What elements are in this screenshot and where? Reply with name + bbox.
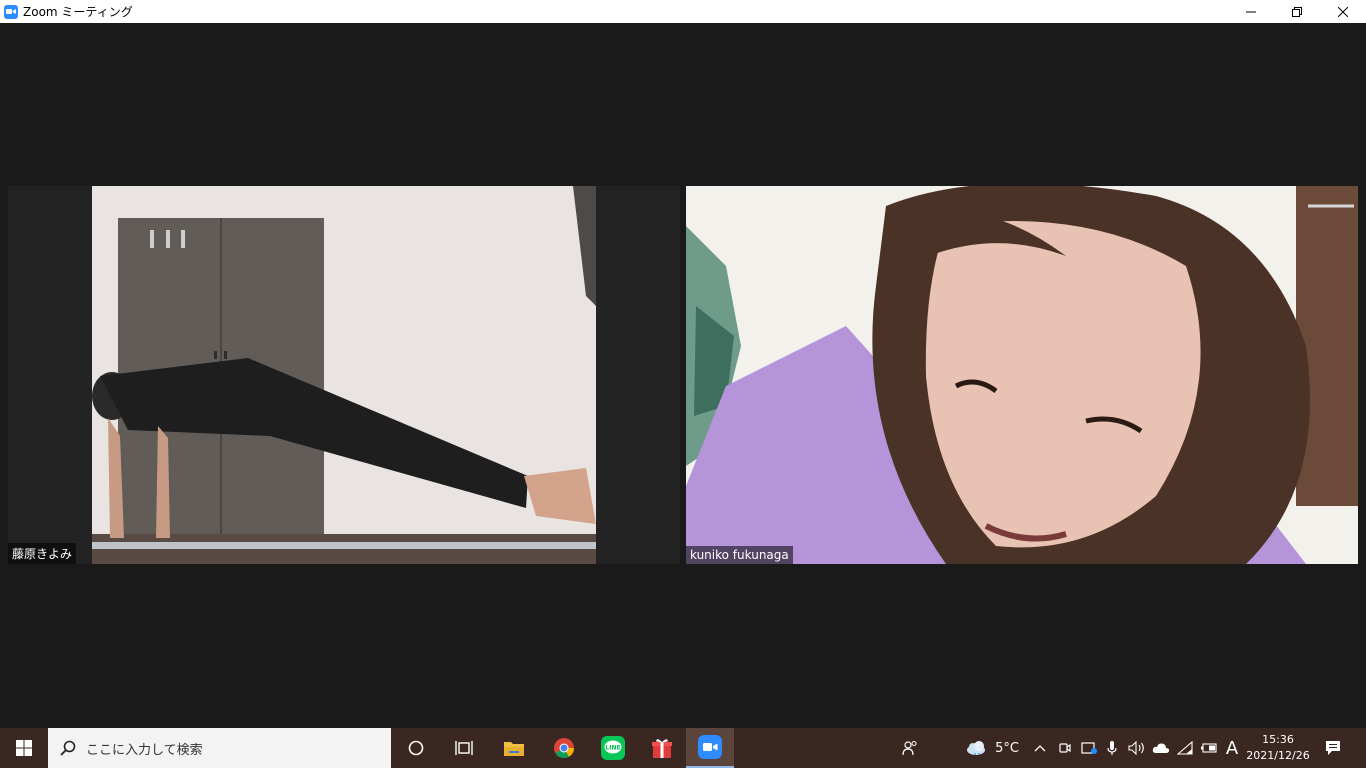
windows-icon (16, 740, 32, 756)
security-alert-icon[interactable] (1078, 728, 1100, 768)
volume-icon[interactable] (1126, 728, 1148, 768)
task-view-icon[interactable] (440, 728, 488, 768)
microphone-icon[interactable] (1102, 728, 1122, 768)
chevron-up-icon[interactable] (1030, 728, 1050, 768)
window-controls (1228, 0, 1366, 23)
participant-video (8, 186, 680, 564)
svg-text:LINE: LINE (605, 745, 620, 752)
participant-tile[interactable]: 藤原きよみ (8, 186, 680, 564)
participant-tile[interactable]: kuniko fukunaga (686, 186, 1358, 564)
search-placeholder: ここに入力して検索 (86, 742, 203, 758)
participant-name: 藤原きよみ (8, 543, 77, 564)
weather-temp[interactable]: 5°C (990, 728, 1024, 768)
window-title: Zoom ミーティング (23, 5, 133, 19)
zoom-camera-icon (4, 4, 18, 19)
participant-name: kuniko fukunaga (686, 546, 793, 564)
restore-button[interactable] (1274, 0, 1320, 23)
clock[interactable]: 15:36 2021/12/26 (1240, 728, 1316, 768)
people-icon[interactable] (898, 728, 922, 768)
close-button[interactable] (1320, 0, 1366, 23)
taskbar: ここに入力して検索 LINE 5°C A 15:36 2021/12/26 (0, 728, 1366, 768)
search-input[interactable]: ここに入力して検索 (48, 728, 391, 768)
battery-icon[interactable] (1198, 728, 1220, 768)
clock-date: 2021/12/26 (1246, 749, 1310, 762)
title-bar: Zoom ミーティング (0, 0, 1366, 23)
line-icon[interactable]: LINE (589, 728, 637, 768)
zoom-icon[interactable] (686, 728, 734, 768)
chrome-icon[interactable] (540, 728, 588, 768)
search-icon (60, 740, 76, 756)
file-explorer-icon[interactable] (490, 728, 538, 768)
onedrive-cloud-icon[interactable] (1150, 728, 1172, 768)
notification-icon[interactable] (1318, 728, 1348, 768)
ime-mode-indicator[interactable]: A (1222, 728, 1242, 768)
meeting-gallery: 藤原きよみ kuniko fukunaga (0, 23, 1366, 728)
meet-now-icon[interactable] (1054, 728, 1076, 768)
start-button[interactable] (0, 728, 48, 768)
participant-video (686, 186, 1358, 564)
cortana-icon[interactable] (392, 728, 440, 768)
clock-time: 15:36 (1262, 733, 1294, 746)
weather-cloud-icon[interactable] (964, 728, 988, 768)
gift-icon[interactable] (638, 728, 686, 768)
wifi-icon[interactable] (1174, 728, 1196, 768)
minimize-button[interactable] (1228, 0, 1274, 23)
